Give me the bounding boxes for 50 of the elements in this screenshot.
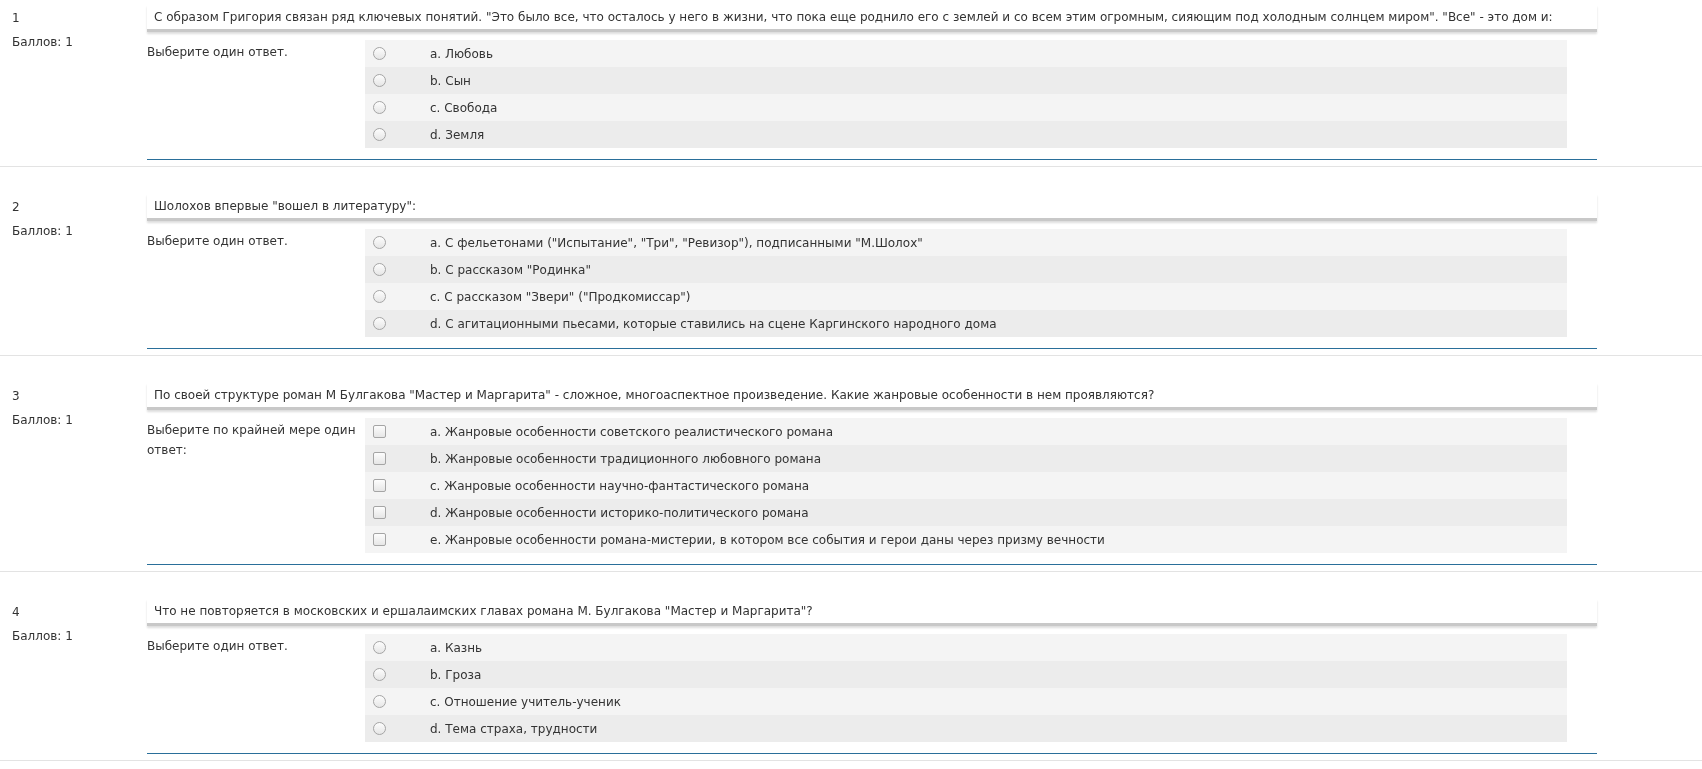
- answer-prompt: Выберите один ответ.: [147, 44, 289, 61]
- answer-label: d. Жанровые особенности историко-политического романа: [430, 505, 809, 520]
- answer-label: b. Жанровые особенности традиционного любовного романа: [430, 451, 822, 466]
- answer-radio[interactable]: [373, 317, 386, 330]
- answer-label: b. С рассказом "Родинка": [430, 262, 591, 277]
- question-text: По своей структуре роман М Булгакова "Мастер и Маргарита" - сложное, многоаспектное произведение. Какие жанровые особенности в нем проявляются?: [147, 383, 1597, 410]
- answer-label: c. С рассказом "Звери" ("Продкомиссар"): [430, 289, 691, 304]
- answer-label: a. Любовь: [430, 46, 493, 61]
- question-number: 4: [12, 604, 21, 621]
- answer-label: b. Гроза: [430, 667, 482, 682]
- answer-prompt: Выберите по крайней мере один ответ:: [147, 422, 357, 459]
- question-text: Что не повторяется в московских и ершалаимских главах романа М. Булгакова "Мастер и Маргарита"?: [147, 599, 1597, 626]
- answer-radio[interactable]: [373, 290, 386, 303]
- answer-prompt: Выберите один ответ.: [147, 233, 289, 250]
- answer-checkbox[interactable]: [373, 479, 386, 492]
- answer-checkbox[interactable]: [373, 452, 386, 465]
- answer-label: a. С фельетонами ("Испытание", "Три", "Ревизор"), подписанными "М.Шолох": [430, 235, 923, 250]
- answer-label: c. Свобода: [430, 100, 498, 115]
- answer-radio[interactable]: [373, 47, 386, 60]
- answer-label: a. Казнь: [430, 640, 483, 655]
- answer-radio[interactable]: [373, 722, 386, 735]
- question-number: 1: [12, 10, 21, 27]
- answer-prompt: Выберите один ответ.: [147, 638, 289, 655]
- answer-label: d. Земля: [430, 127, 485, 142]
- answer-label: b. Сын: [430, 73, 471, 88]
- answer-radio[interactable]: [373, 236, 386, 249]
- answer-label: c. Отношение учитель-ученик: [430, 694, 621, 709]
- answer-radio[interactable]: [373, 668, 386, 681]
- question-points: Баллов: 1: [12, 413, 74, 427]
- question-text: С образом Григория связан ряд ключевых понятий. "Это было все, что осталось у него в жизни, что пока еще роднило его с землей и со всем этим огромным, сияющим под холодным солнцем миром". "Все" - это дом и:: [147, 5, 1597, 32]
- answer-radio[interactable]: [373, 695, 386, 708]
- answer-checkbox[interactable]: [373, 425, 386, 438]
- answer-radio[interactable]: [373, 641, 386, 654]
- question-points: Баллов: 1: [12, 629, 74, 643]
- answer-label: a. Жанровые особенности советского реалистического романа: [430, 424, 834, 439]
- answer-checkbox[interactable]: [373, 506, 386, 519]
- question-points: Баллов: 1: [12, 35, 74, 49]
- answer-checkbox[interactable]: [373, 533, 386, 546]
- question-number: 3: [12, 388, 21, 405]
- question-text: Шолохов впервые "вошел в литературу":: [147, 194, 1597, 221]
- answer-label: c. Жанровые особенности научно-фантастического романа: [430, 478, 810, 493]
- question-number: 2: [12, 199, 21, 216]
- answer-label: e. Жанровые особенности романа-мистерии, в котором все события и герои даны через призму вечности: [430, 532, 1105, 547]
- answer-label: d. С агитационными пьесами, которые ставились на сцене Каргинского народного дома: [430, 316, 997, 331]
- answer-radio[interactable]: [373, 128, 386, 141]
- answer-radio[interactable]: [373, 263, 386, 276]
- answer-label: d. Тема страха, трудности: [430, 721, 598, 736]
- answer-radio[interactable]: [373, 74, 386, 87]
- question-points: Баллов: 1: [12, 224, 74, 238]
- answer-radio[interactable]: [373, 101, 386, 114]
